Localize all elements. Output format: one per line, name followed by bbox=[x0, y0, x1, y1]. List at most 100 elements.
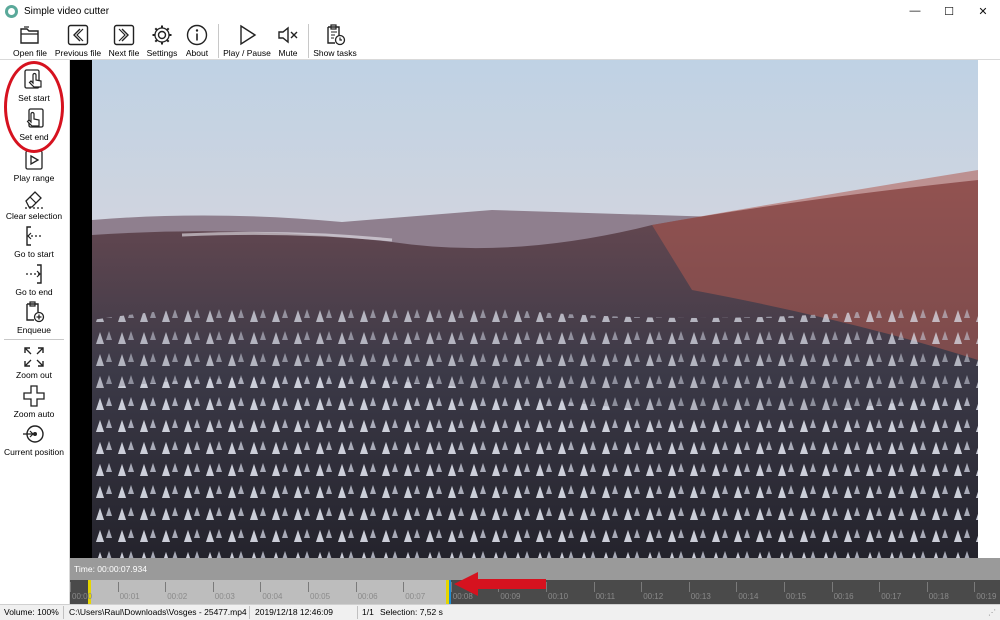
minimize-button[interactable]: — bbox=[898, 0, 932, 22]
timeline-tick-label: 00:11 bbox=[593, 582, 616, 601]
file-index-status: 1/1 bbox=[362, 607, 374, 617]
set-start-label: Set start bbox=[18, 93, 50, 103]
sidebar-separator bbox=[4, 339, 64, 340]
status-separator bbox=[357, 606, 358, 619]
settings-label: Settings bbox=[146, 48, 178, 58]
timeline-tick-label: 00:14 bbox=[736, 582, 759, 601]
zoom-auto-label: Zoom auto bbox=[13, 409, 55, 419]
go-to-end-label: Go to end bbox=[15, 287, 53, 297]
next-file-label: Next file bbox=[108, 48, 140, 58]
previous-file-button[interactable]: Previous file bbox=[54, 22, 102, 60]
timeline-tick-label: 00:17 bbox=[879, 582, 902, 601]
timeline-tick-label: 00:03 bbox=[212, 582, 235, 601]
close-button[interactable]: ✕ bbox=[966, 0, 1000, 22]
file-path-status: C:\Users\Raul\Downloads\Vosges - 25477.m… bbox=[69, 607, 247, 617]
timeline-tick-label: 00:02 bbox=[165, 582, 188, 601]
hand-pointer-end-icon bbox=[26, 108, 44, 128]
play-icon bbox=[240, 24, 257, 46]
toolbar-separator bbox=[308, 24, 309, 58]
task-list-clock-icon bbox=[327, 24, 346, 46]
mute-button[interactable]: Mute bbox=[274, 22, 302, 60]
zoom-auto-button[interactable]: Zoom auto bbox=[0, 384, 68, 419]
status-separator bbox=[249, 606, 250, 619]
app-logo-icon bbox=[5, 4, 18, 18]
play-pause-button[interactable]: Play / Pause bbox=[222, 22, 272, 60]
next-file-button[interactable]: Next file bbox=[106, 22, 142, 60]
video-frame bbox=[92, 60, 978, 558]
go-to-start-icon bbox=[26, 226, 42, 246]
open-file-button[interactable]: Open file bbox=[10, 22, 50, 60]
current-position-label: Current position bbox=[3, 447, 64, 457]
annotation-arrow-icon bbox=[454, 572, 546, 596]
clear-selection-label: Clear selection bbox=[5, 211, 63, 221]
timeline-tick-label: 00:12 bbox=[641, 582, 664, 601]
set-end-label: Set end bbox=[19, 132, 49, 142]
timeline-tick-label: 00:10 bbox=[545, 582, 569, 601]
chevron-right-icon bbox=[113, 24, 135, 46]
enqueue-button[interactable]: Enqueue bbox=[0, 300, 68, 335]
set-start-button[interactable]: Set start bbox=[0, 68, 68, 103]
go-to-end-icon bbox=[26, 264, 42, 284]
status-bar: Volume: 100% C:\Users\Raul\Downloads\Vos… bbox=[0, 604, 1000, 620]
go-to-start-button[interactable]: Go to start bbox=[0, 224, 68, 259]
folder-open-icon bbox=[20, 26, 39, 44]
timeline-tick-label: 00:01 bbox=[117, 582, 140, 601]
go-to-end-button[interactable]: Go to end bbox=[0, 262, 68, 297]
video-preview[interactable] bbox=[70, 60, 1000, 558]
play-range-icon bbox=[25, 150, 43, 170]
resize-grip-icon[interactable]: ⋰ bbox=[988, 608, 998, 618]
about-label: About bbox=[185, 48, 209, 58]
play-range-button[interactable]: Play range bbox=[0, 148, 68, 183]
selection-duration-status: Selection: 7,52 s bbox=[380, 607, 443, 617]
timeline-tick-label: 00:06 bbox=[355, 582, 378, 601]
current-time-label: Time: 00:00:07.934 bbox=[74, 564, 147, 574]
chevron-left-icon bbox=[67, 24, 89, 46]
file-datetime-status: 2019/12/18 12:46:09 bbox=[255, 607, 333, 617]
app-window: Simple video cutter — ☐ ✕ Open file Prev… bbox=[0, 0, 1000, 620]
timeline-tick-label: 00:00 bbox=[70, 582, 93, 601]
timeline-tick-label: 00:19 bbox=[974, 582, 997, 601]
zoom-out-label: Zoom out bbox=[16, 370, 52, 380]
video-frame-image bbox=[92, 60, 978, 558]
toolbar-separator bbox=[218, 24, 219, 58]
go-to-start-label: Go to start bbox=[14, 249, 54, 259]
timeline-tick-label: 00:04 bbox=[260, 582, 283, 601]
title-bar: Simple video cutter — ☐ ✕ bbox=[0, 0, 1000, 22]
enqueue-label: Enqueue bbox=[16, 325, 52, 335]
clear-selection-button[interactable]: Clear selection bbox=[0, 186, 68, 221]
eraser-icon bbox=[25, 191, 43, 209]
vertical-scrollbar[interactable] bbox=[978, 60, 1000, 558]
volume-status: Volume: 100% bbox=[4, 607, 59, 617]
timeline-tick-label: 00:18 bbox=[926, 582, 949, 601]
previous-file-label: Previous file bbox=[54, 48, 102, 58]
show-tasks-label: Show tasks bbox=[313, 48, 357, 58]
show-tasks-button[interactable]: Show tasks bbox=[312, 22, 358, 60]
current-position-icon bbox=[23, 425, 44, 443]
timeline-tick-label: 00:13 bbox=[688, 582, 711, 601]
zoom-out-arrows-icon bbox=[24, 347, 44, 367]
timeline-tick-label: 00:16 bbox=[831, 582, 854, 601]
main-toolbar: Open file Previous file Next file Settin… bbox=[0, 22, 1000, 60]
play-range-label: Play range bbox=[13, 173, 55, 183]
zoom-out-button[interactable]: Zoom out bbox=[0, 345, 68, 380]
gear-icon bbox=[152, 25, 172, 45]
enqueue-add-icon bbox=[26, 301, 45, 323]
hand-pointer-start-icon bbox=[24, 69, 42, 89]
open-file-label: Open file bbox=[12, 48, 48, 58]
left-toolbar: Set start Set end Play range Clear selec… bbox=[0, 60, 70, 604]
maximize-button[interactable]: ☐ bbox=[932, 0, 966, 22]
info-icon bbox=[186, 24, 208, 46]
timeline-tick-label: 00:15 bbox=[783, 582, 807, 601]
settings-button[interactable]: Settings bbox=[145, 22, 179, 60]
status-separator bbox=[63, 606, 64, 619]
current-position-button[interactable]: Current position bbox=[0, 422, 68, 457]
play-pause-label: Play / Pause bbox=[223, 48, 271, 58]
timeline-tick-label: 00:05 bbox=[307, 582, 331, 601]
window-controls: — ☐ ✕ bbox=[898, 0, 1000, 22]
timeline-tick-label: 00:07 bbox=[403, 582, 426, 601]
zoom-auto-icon bbox=[23, 385, 45, 407]
mute-label: Mute bbox=[278, 48, 298, 58]
set-end-button[interactable]: Set end bbox=[0, 107, 68, 142]
about-button[interactable]: About bbox=[182, 22, 212, 60]
speaker-muted-icon bbox=[278, 26, 298, 44]
